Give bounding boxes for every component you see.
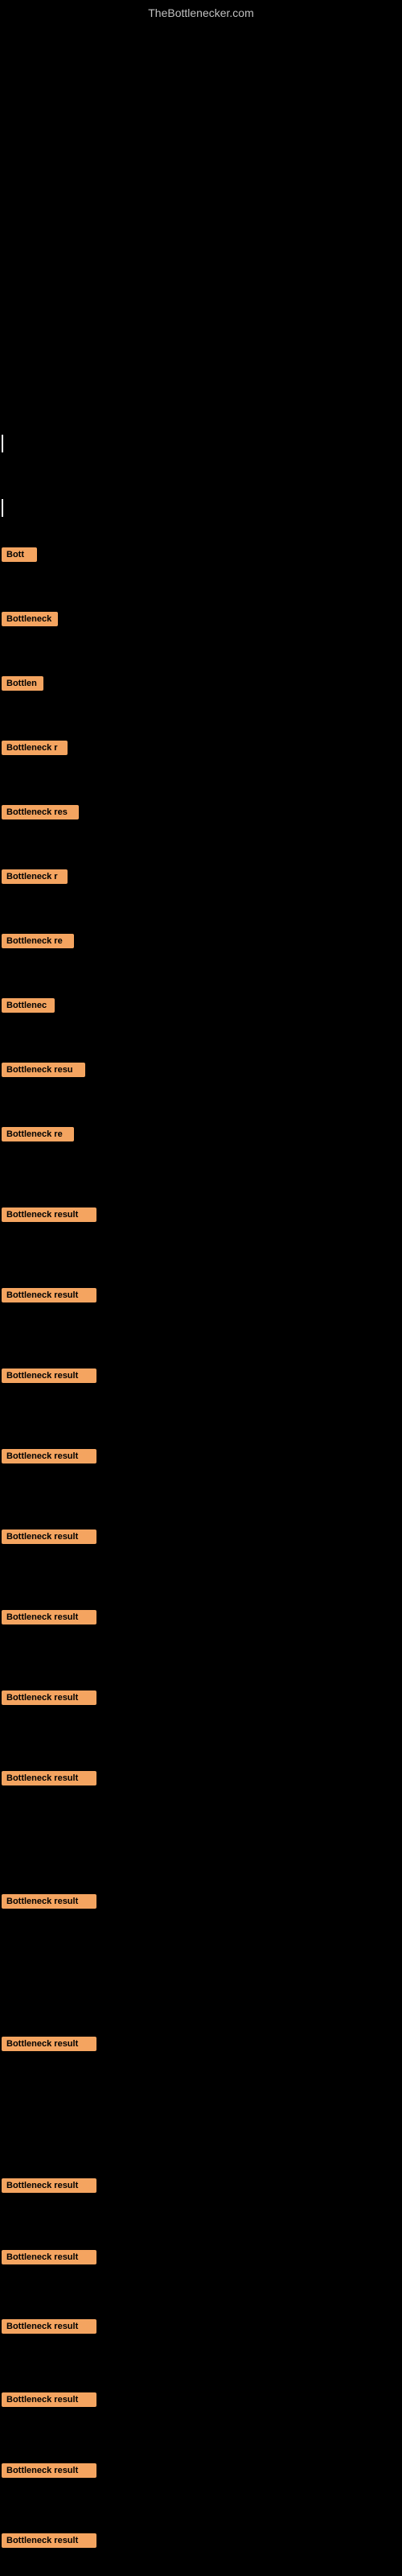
bottleneck-badge-14[interactable]: Bottleneck result [2, 1449, 96, 1463]
bottleneck-badge-26[interactable]: Bottleneck result [2, 2533, 96, 2548]
bottleneck-badge-21[interactable]: Bottleneck result [2, 2178, 96, 2193]
bottleneck-badge-6[interactable]: Bottleneck r [2, 869, 68, 884]
bottleneck-badge-11[interactable]: Bottleneck result [2, 1208, 96, 1222]
cursor-line-2 [2, 499, 3, 517]
cursor-line-1 [2, 435, 3, 452]
bottleneck-badge-13[interactable]: Bottleneck result [2, 1368, 96, 1383]
bottleneck-badge-12[interactable]: Bottleneck result [2, 1288, 96, 1302]
bottleneck-badge-20[interactable]: Bottleneck result [2, 2037, 96, 2051]
bottleneck-badge-16[interactable]: Bottleneck result [2, 1610, 96, 1624]
bottleneck-badge-15[interactable]: Bottleneck result [2, 1530, 96, 1544]
bottleneck-badge-17[interactable]: Bottleneck result [2, 1690, 96, 1705]
bottleneck-badge-24[interactable]: Bottleneck result [2, 2392, 96, 2407]
bottleneck-badge-4[interactable]: Bottleneck r [2, 741, 68, 755]
bottleneck-badge-7[interactable]: Bottleneck re [2, 934, 74, 948]
bottleneck-badge-3[interactable]: Bottlen [2, 676, 43, 691]
bottleneck-badge-2[interactable]: Bottleneck [2, 612, 58, 626]
bottleneck-badge-22[interactable]: Bottleneck result [2, 2250, 96, 2264]
bottleneck-badge-23[interactable]: Bottleneck result [2, 2319, 96, 2334]
site-title: TheBottlenecker.com [148, 6, 254, 19]
bottleneck-badge-5[interactable]: Bottleneck res [2, 805, 79, 819]
bottleneck-badge-9[interactable]: Bottleneck resu [2, 1063, 85, 1077]
bottleneck-badge-19[interactable]: Bottleneck result [2, 1894, 96, 1909]
bottleneck-badge-10[interactable]: Bottleneck re [2, 1127, 74, 1141]
bottleneck-badge-25[interactable]: Bottleneck result [2, 2463, 96, 2478]
bottleneck-badge-1[interactable]: Bott [2, 547, 37, 562]
bottleneck-badge-8[interactable]: Bottlenec [2, 998, 55, 1013]
bottleneck-badge-18[interactable]: Bottleneck result [2, 1771, 96, 1785]
